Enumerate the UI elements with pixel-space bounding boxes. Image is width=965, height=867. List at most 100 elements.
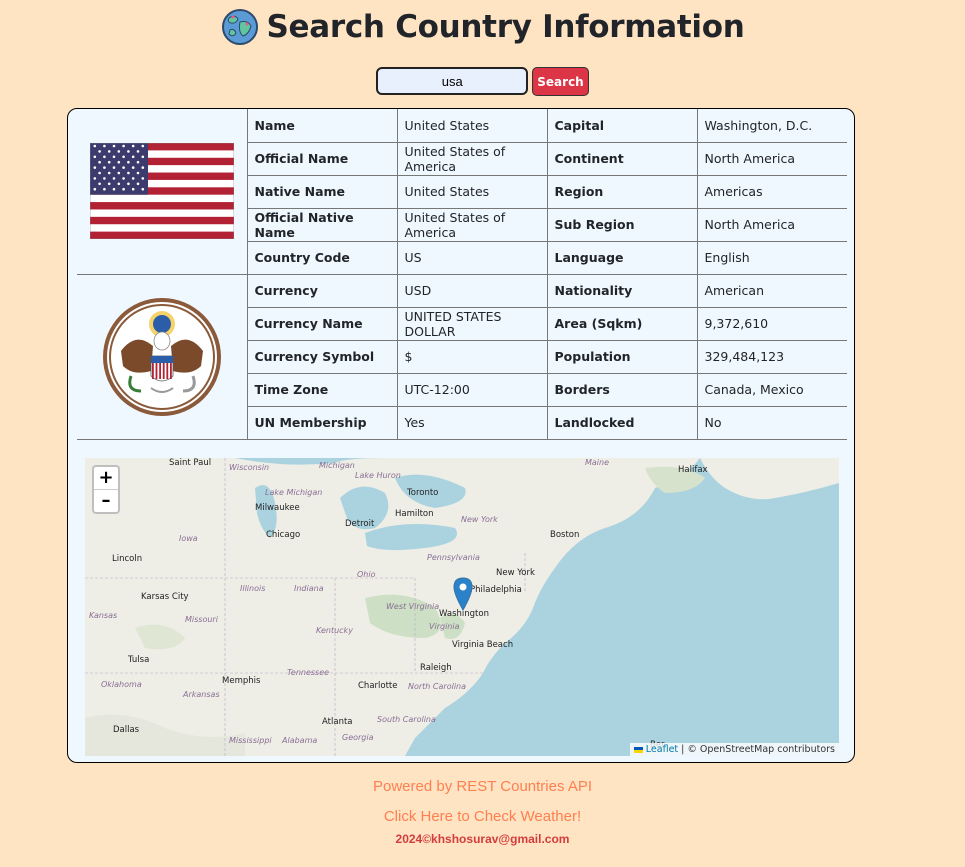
info-label: Borders [546, 372, 698, 407]
info-label: Official Native Name [246, 207, 398, 242]
info-value: No [696, 405, 847, 440]
ukraine-flag-icon [633, 746, 643, 753]
search-button[interactable]: Search [532, 67, 589, 96]
info-label: Language [546, 240, 698, 275]
map-label: Virginia Beach [452, 640, 514, 650]
map-label: Wisconsin [229, 463, 270, 472]
zoom-out-button[interactable]: – [94, 490, 118, 512]
map-label: Ohio [357, 570, 376, 579]
info-value: Canada, Mexico [696, 372, 847, 407]
map-label: Philadelphia [470, 585, 522, 595]
info-value: Americas [696, 174, 847, 209]
map-label: Pennsylvania [427, 553, 480, 562]
info-value: North America [696, 141, 847, 176]
map-label: Lincoln [112, 554, 143, 564]
country-map[interactable]: Saint Paul Wisconsin Michigan Lake Huron… [85, 458, 839, 756]
info-value: 9,372,610 [696, 306, 847, 341]
map-label: Kansas [89, 611, 118, 620]
info-value: United States of America [396, 207, 548, 242]
map-label: New York [461, 515, 498, 524]
info-label: Region [546, 174, 698, 209]
map-attribution: Leaflet | © OpenStreetMap contributors [629, 743, 839, 756]
flag-cell [77, 109, 248, 275]
map-label: Iowa [179, 534, 198, 543]
coat-of-arms-image [102, 297, 221, 416]
map-label: Detroit [345, 519, 375, 529]
map-label: Maine [585, 458, 610, 467]
map-label: Toronto [407, 488, 439, 498]
info-value: USD [396, 273, 548, 308]
info-value: United States [396, 109, 548, 143]
map-label: Milwaukee [255, 503, 300, 513]
map-label: Georgia [342, 733, 374, 742]
info-value: 329,484,123 [696, 339, 847, 374]
country-card: Name United States Capital Washington, D… [67, 108, 855, 763]
info-label: Sub Region [546, 207, 698, 242]
info-value: Yes [396, 405, 548, 440]
info-label: Continent [546, 141, 698, 176]
country-info-table: Name United States Capital Washington, D… [77, 109, 847, 440]
map-label: Illinois [240, 584, 266, 593]
map-label: Indiana [294, 584, 324, 593]
info-label: Time Zone [246, 372, 398, 407]
map-label: Charlotte [358, 681, 398, 691]
powered-by-text: Powered by REST Countries API [373, 778, 592, 795]
leaflet-link[interactable]: Leaflet [646, 744, 678, 755]
map-label: Alabama [282, 736, 318, 745]
info-label: Country Code [246, 240, 398, 275]
map-label: Chicago [266, 530, 301, 540]
map-label: Dallas [113, 725, 140, 735]
map-label: Lake Michigan [265, 488, 323, 497]
map-label: South Carolina [377, 715, 436, 724]
info-label: Capital [546, 109, 698, 143]
page-header: Search Country Information [0, 8, 965, 46]
map-label: Boston [550, 530, 580, 540]
map-label: Halifax [678, 465, 708, 475]
info-label: Official Name [246, 141, 398, 176]
copyright-text: 2024©khshosurav@gmail.com [395, 832, 570, 846]
coat-of-arms-cell [77, 273, 248, 440]
weather-link[interactable]: Click Here to Check Weather! [0, 808, 965, 825]
search-bar: Search [0, 67, 965, 96]
info-label: Area (Sqkm) [546, 306, 698, 341]
info-row: Name United States Capital Washington, D… [77, 109, 847, 275]
info-row: Currency USD Nationality American [77, 273, 847, 440]
info-value: UTC-12:00 [396, 372, 548, 407]
map-label: Atlanta [322, 717, 353, 727]
map-label: Memphis [222, 676, 261, 686]
map-label: Lake Huron [355, 471, 401, 480]
info-label: Currency Name [246, 306, 398, 341]
info-label: Currency [246, 273, 398, 308]
map-label: Raleigh [420, 663, 452, 673]
info-label: Landlocked [546, 405, 698, 440]
info-value: Washington, D.C. [696, 109, 847, 143]
map-label: North Carolina [408, 682, 467, 691]
map-label: Virginia [429, 622, 460, 631]
info-label: UN Membership [246, 405, 398, 440]
zoom-control: + – [92, 465, 120, 514]
zoom-in-button[interactable]: + [94, 467, 118, 490]
map-label: New York [496, 568, 535, 578]
map-label: Tulsa [128, 655, 150, 665]
map-label: Tennessee [287, 668, 330, 677]
map-label: Kentucky [316, 626, 353, 635]
map-label: Oklahoma [101, 680, 142, 689]
map-label: Hamilton [395, 509, 434, 519]
map-label: Arkansas [183, 690, 220, 699]
info-value: United States [396, 174, 548, 209]
map-label: West Virginia [386, 602, 440, 611]
map-label: Karsas City [141, 592, 189, 602]
info-label: Currency Symbol [246, 339, 398, 374]
map-label: Mississippi [229, 736, 272, 745]
info-value: US [396, 240, 548, 275]
attribution-text: | © OpenStreetMap contributors [678, 744, 835, 755]
info-label: Population [546, 339, 698, 374]
info-label: Name [246, 109, 398, 143]
page-title: Search Country Information [266, 9, 745, 45]
info-value: American [696, 273, 847, 308]
country-flag-image [89, 143, 234, 240]
search-input[interactable] [376, 67, 529, 95]
location-marker-icon[interactable] [453, 577, 473, 611]
map-label: Saint Paul [169, 458, 212, 468]
info-value: English [696, 240, 847, 275]
